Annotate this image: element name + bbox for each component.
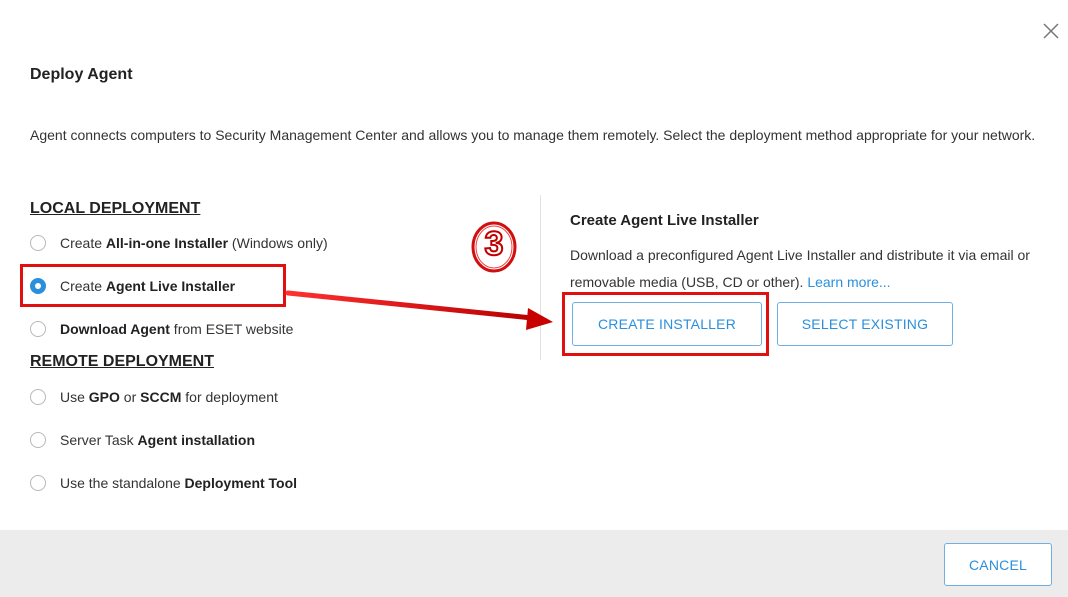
local-deployment-heading: LOCAL DEPLOYMENT [30, 200, 201, 217]
option-server-task[interactable]: Server Task Agent installation [30, 429, 255, 451]
dialog-title: Deploy Agent [30, 66, 133, 83]
option-label: Download Agent from ESET website [60, 321, 294, 337]
option-agent-live-installer[interactable]: Create Agent Live Installer [30, 275, 235, 297]
vertical-divider [540, 195, 541, 360]
remote-deployment-heading: REMOTE DEPLOYMENT [30, 353, 215, 370]
option-label: Use GPO or SCCM for deployment [60, 389, 278, 405]
radio-button[interactable] [30, 235, 46, 251]
dialog-description: Agent connects computers to Security Man… [30, 127, 1036, 143]
select-existing-button[interactable]: SELECT EXISTING [777, 302, 953, 346]
option-gpo-sccm[interactable]: Use GPO or SCCM for deployment [30, 386, 278, 408]
option-deployment-tool[interactable]: Use the standalone Deployment Tool [30, 472, 297, 494]
step-number: 3 [484, 224, 505, 264]
close-icon [1043, 23, 1059, 39]
close-button[interactable] [1040, 20, 1062, 42]
option-download-agent[interactable]: Download Agent from ESET website [30, 318, 293, 340]
option-all-in-one-installer[interactable]: Create All-in-one Installer (Windows onl… [30, 232, 328, 254]
panel-title: Create Agent Live Installer [570, 212, 759, 229]
panel-description: Download a preconfigured Agent Live Inst… [570, 247, 1030, 290]
option-label: Use the standalone Deployment Tool [60, 475, 298, 491]
dialog-footer [0, 530, 1068, 597]
create-installer-button[interactable]: CREATE INSTALLER [572, 302, 762, 346]
radio-button-selected[interactable] [30, 278, 46, 294]
option-label: Create All-in-one Installer (Windows onl… [60, 235, 328, 251]
radio-button[interactable] [30, 321, 46, 337]
radio-button[interactable] [30, 475, 46, 491]
option-label: Create Agent Live Installer [60, 278, 236, 294]
radio-button[interactable] [30, 432, 46, 448]
step-number-badge: 3 [469, 219, 519, 275]
radio-button[interactable] [30, 389, 46, 405]
cancel-button[interactable]: CANCEL [944, 543, 1052, 586]
arrow-annotation [285, 290, 553, 330]
option-label: Server Task Agent installation [60, 432, 255, 448]
learn-more-link[interactable]: Learn more... [807, 274, 890, 290]
